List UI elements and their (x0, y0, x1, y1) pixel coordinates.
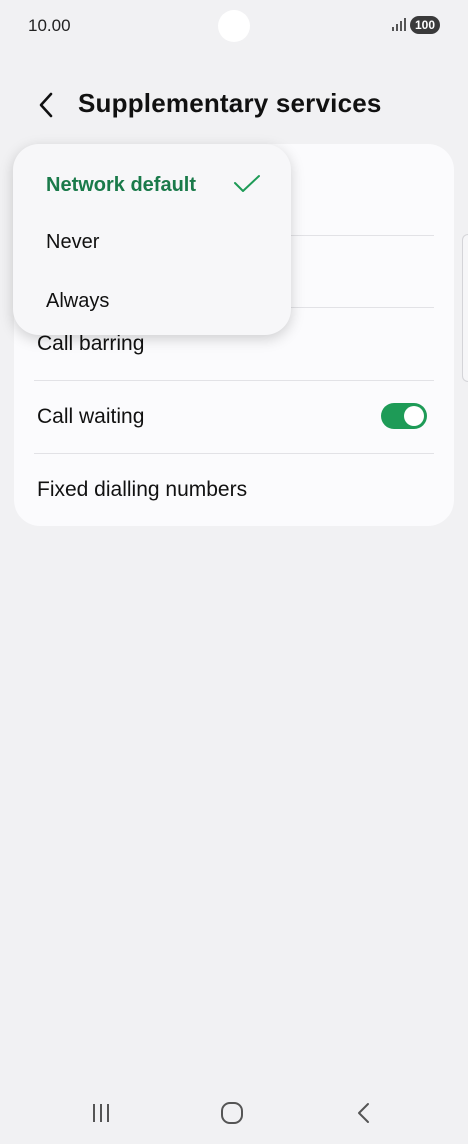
navigation-bar (0, 1090, 468, 1144)
camera-cutout (218, 10, 250, 42)
page-title: Supplementary services (78, 88, 382, 118)
home-icon[interactable] (212, 1098, 252, 1130)
call-waiting-toggle[interactable] (381, 403, 427, 429)
menu-item-label: Network default (46, 174, 197, 196)
dropdown-menu: Network default Never Always (13, 144, 291, 335)
back-arrow-icon[interactable] (30, 84, 64, 124)
menu-item-never[interactable]: Never (13, 211, 291, 270)
row-label: Call barring (37, 332, 145, 355)
menu-item-always[interactable]: Always (13, 270, 291, 329)
check-icon (234, 175, 260, 192)
row-label: Fixed dialling numbers (37, 478, 248, 501)
recent-apps-icon[interactable] (81, 1098, 121, 1130)
fixed-dialling-row[interactable]: Fixed dialling numbers (14, 454, 454, 526)
signal-icon (392, 18, 406, 31)
status-time: 10.00 (28, 16, 71, 35)
menu-item-network-default[interactable]: Network default (13, 152, 291, 211)
row-label: Call waiting (37, 405, 145, 428)
nav-back-icon[interactable] (344, 1098, 384, 1130)
app-header: Supplementary services (0, 80, 468, 128)
status-bar: 10.00 100 (0, 0, 468, 52)
menu-item-label: Always (46, 290, 110, 312)
call-waiting-row[interactable]: Call waiting (14, 381, 454, 453)
menu-item-label: Never (46, 231, 100, 253)
battery-icon: 100 (410, 16, 440, 34)
toggle-knob (404, 406, 424, 426)
scroll-handle[interactable] (462, 234, 468, 382)
